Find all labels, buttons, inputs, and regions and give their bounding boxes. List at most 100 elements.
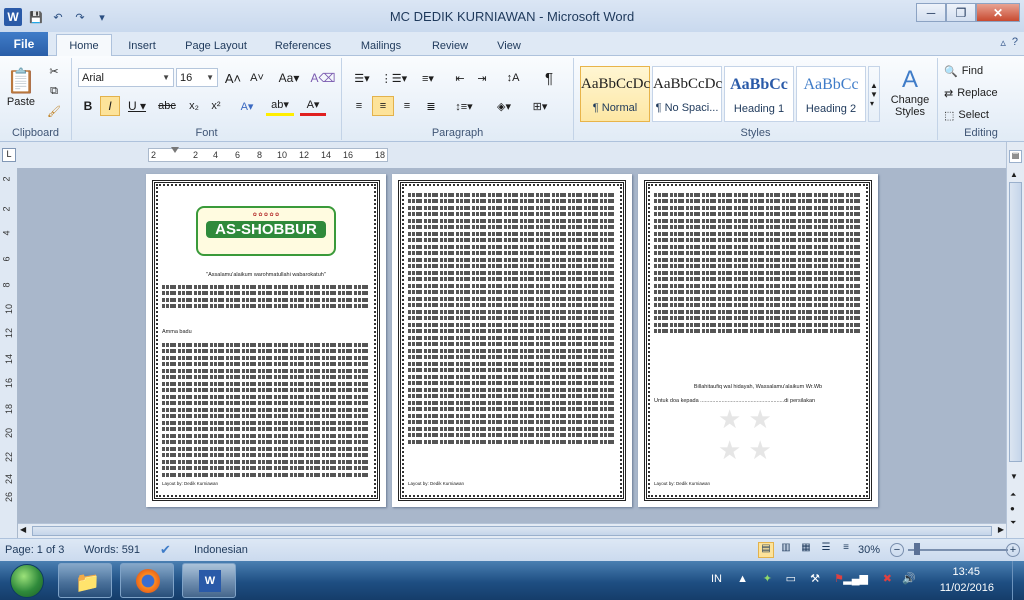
tray-language[interactable]: IN [711, 573, 722, 585]
tab-insert[interactable]: Insert [118, 36, 166, 56]
taskbar-word[interactable]: W [182, 563, 236, 598]
decrease-indent-icon[interactable]: ⇤ [450, 68, 470, 88]
numbering-icon[interactable]: ⋮☰▾ [380, 68, 408, 88]
styles-scroll[interactable]: ▲ ▼ ▾ [868, 66, 880, 122]
zoom-out-icon[interactable]: − [890, 543, 904, 557]
taskbar-firefox[interactable] [120, 563, 174, 598]
align-left-icon[interactable]: ≡ [348, 96, 370, 116]
indent-marker-icon[interactable] [171, 147, 179, 153]
scroll-left-icon[interactable]: ◀ [20, 525, 26, 534]
word-app-icon[interactable]: W [4, 8, 22, 26]
print-layout-icon[interactable]: ▤ [758, 542, 774, 558]
copy-icon[interactable]: ⧉ [44, 82, 64, 100]
superscript-icon[interactable]: x² [206, 96, 226, 116]
scroll-right-icon[interactable]: ▶ [998, 525, 1004, 534]
show-desktop-button[interactable] [1012, 561, 1024, 600]
tray-app-icon[interactable]: ✦ [763, 572, 772, 585]
scroll-down-icon[interactable]: ▼ [1010, 472, 1018, 481]
customize-qat-icon[interactable]: ▾ [94, 9, 110, 25]
minimize-ribbon-icon[interactable]: ▵ [1000, 36, 1006, 49]
scroll-up-icon[interactable]: ▲ [1010, 170, 1018, 179]
clear-formatting-icon[interactable]: A⌫ [311, 68, 336, 88]
select-browse-object-icon[interactable]: ● [1010, 504, 1015, 513]
full-screen-reading-icon[interactable]: ▥ [778, 542, 794, 558]
replace-button[interactable]: ⇄ Replace [944, 84, 1018, 102]
align-center-icon[interactable]: ≡ [372, 96, 394, 116]
next-page-icon[interactable]: ⏷ [1010, 518, 1016, 528]
zoom-slider[interactable] [908, 549, 1008, 551]
font-color-icon[interactable]: A▾ [300, 96, 326, 116]
text-effects-icon[interactable]: A▾ [236, 96, 258, 116]
increase-indent-icon[interactable]: ⇥ [472, 68, 492, 88]
font-size-box[interactable]: 16 ▼ [176, 68, 218, 87]
horizontal-scroll-thumb[interactable] [32, 526, 992, 536]
font-name-box[interactable]: Arial ▼ [78, 68, 174, 87]
select-button[interactable]: ⬚ Select [944, 106, 1018, 124]
tab-selector[interactable]: L [2, 148, 16, 162]
maximize-button[interactable]: ❐ [946, 3, 976, 22]
multilevel-list-icon[interactable]: ≡▾ [414, 68, 442, 88]
tray-tools-icon[interactable]: ⚒ [810, 572, 820, 585]
tab-view[interactable]: View [488, 36, 530, 56]
document-page-2[interactable]: Layout by: Dedik Kurniawan [392, 174, 632, 507]
strikethrough-icon[interactable]: abc [154, 96, 180, 116]
tab-file[interactable]: File [0, 32, 48, 56]
draft-icon[interactable]: ≡ [838, 542, 854, 558]
horizontal-scrollbar[interactable]: ◀ ▶ [18, 523, 1006, 538]
shrink-font-icon[interactable]: A˅ [246, 68, 268, 88]
document-page-1[interactable]: ✿ ✿ ✿ ✿ ✿ AS-SHOBBUR "Assalamu'alaikum w… [146, 174, 386, 507]
vertical-ruler[interactable]: 2 2 4 6 8 10 12 14 16 18 20 22 24 26 [0, 168, 18, 538]
justify-icon[interactable]: ≣ [420, 96, 442, 116]
change-case-icon[interactable]: Aa▾ [276, 68, 302, 88]
style-heading-1[interactable]: AaBbCc Heading 1 [724, 66, 794, 122]
tray-monitor-icon[interactable]: ▭ [786, 572, 796, 585]
italic-icon[interactable]: I [100, 96, 120, 116]
tab-review[interactable]: Review [424, 36, 476, 56]
style-heading-2[interactable]: AaBbCc Heading 2 [796, 66, 866, 122]
change-styles-button[interactable]: A Change Styles [886, 62, 934, 122]
paste-button[interactable]: 📋 Paste [4, 62, 38, 112]
previous-page-icon[interactable]: ⏶ [1010, 490, 1016, 500]
underline-icon[interactable]: U ▾ [124, 96, 150, 116]
horizontal-ruler[interactable]: 2 2 4 6 8 10 12 14 16 18 [148, 147, 388, 162]
bold-icon[interactable]: B [78, 96, 98, 116]
network-icon[interactable]: ▂▄▆ [843, 572, 868, 585]
show-formatting-icon[interactable]: ¶ [538, 68, 560, 88]
redo-icon[interactable]: ↷ [72, 9, 88, 25]
zoom-in-icon[interactable]: + [1006, 543, 1020, 557]
word-count[interactable]: Words: 591 [84, 544, 140, 556]
document-page-3[interactable]: Billahitaufiq wal hidayah, Wassalamu'ala… [638, 174, 878, 507]
tab-mailings[interactable]: Mailings [350, 36, 412, 56]
sort-icon[interactable]: ↕A [502, 68, 524, 88]
minimize-button[interactable]: ─ [916, 3, 946, 22]
subscript-icon[interactable]: x₂ [184, 96, 204, 116]
format-painter-icon[interactable]: 🖌 [44, 102, 64, 120]
tab-references[interactable]: References [266, 36, 340, 56]
volume-icon[interactable]: 🔊 [902, 572, 916, 585]
close-button[interactable]: ✕ [976, 3, 1020, 22]
clock-date[interactable]: 11/02/2016 [940, 582, 994, 594]
clock-time[interactable]: 13:45 [952, 566, 980, 578]
save-icon[interactable]: 💾 [28, 9, 44, 25]
proofing-icon[interactable]: ✔ [160, 542, 171, 558]
vertical-scroll-thumb[interactable] [1009, 182, 1022, 462]
cut-icon[interactable]: ✂ [44, 62, 64, 80]
vertical-scrollbar[interactable]: ▤ ▲ ▼ ⏶ ● ⏷ [1006, 142, 1024, 538]
line-spacing-icon[interactable]: ↕≡▾ [450, 96, 478, 116]
zoom-level[interactable]: 30% [858, 544, 880, 556]
tab-page-layout[interactable]: Page Layout [178, 36, 254, 56]
highlight-color-icon[interactable]: ab▾ [266, 96, 294, 116]
tab-home[interactable]: Home [56, 34, 112, 57]
language-indicator[interactable]: Indonesian [194, 544, 248, 556]
help-icon[interactable]: ? [1012, 36, 1018, 49]
view-ruler-icon[interactable]: ▤ [1009, 150, 1022, 163]
style-no-spacing[interactable]: AaBbCcDc ¶ No Spaci... [652, 66, 722, 122]
taskbar-explorer[interactable]: 📁 [58, 563, 112, 598]
tray-alert-icon[interactable]: ✖ [883, 572, 892, 585]
show-hidden-icons-icon[interactable]: ▲ [737, 573, 748, 585]
grow-font-icon[interactable]: A˄ [222, 68, 244, 88]
undo-icon[interactable]: ↶ [50, 9, 66, 25]
style-normal[interactable]: AaBbCcDc ¶ Normal [580, 66, 650, 122]
web-layout-icon[interactable]: ▦ [798, 542, 814, 558]
borders-icon[interactable]: ⊞▾ [526, 96, 554, 116]
